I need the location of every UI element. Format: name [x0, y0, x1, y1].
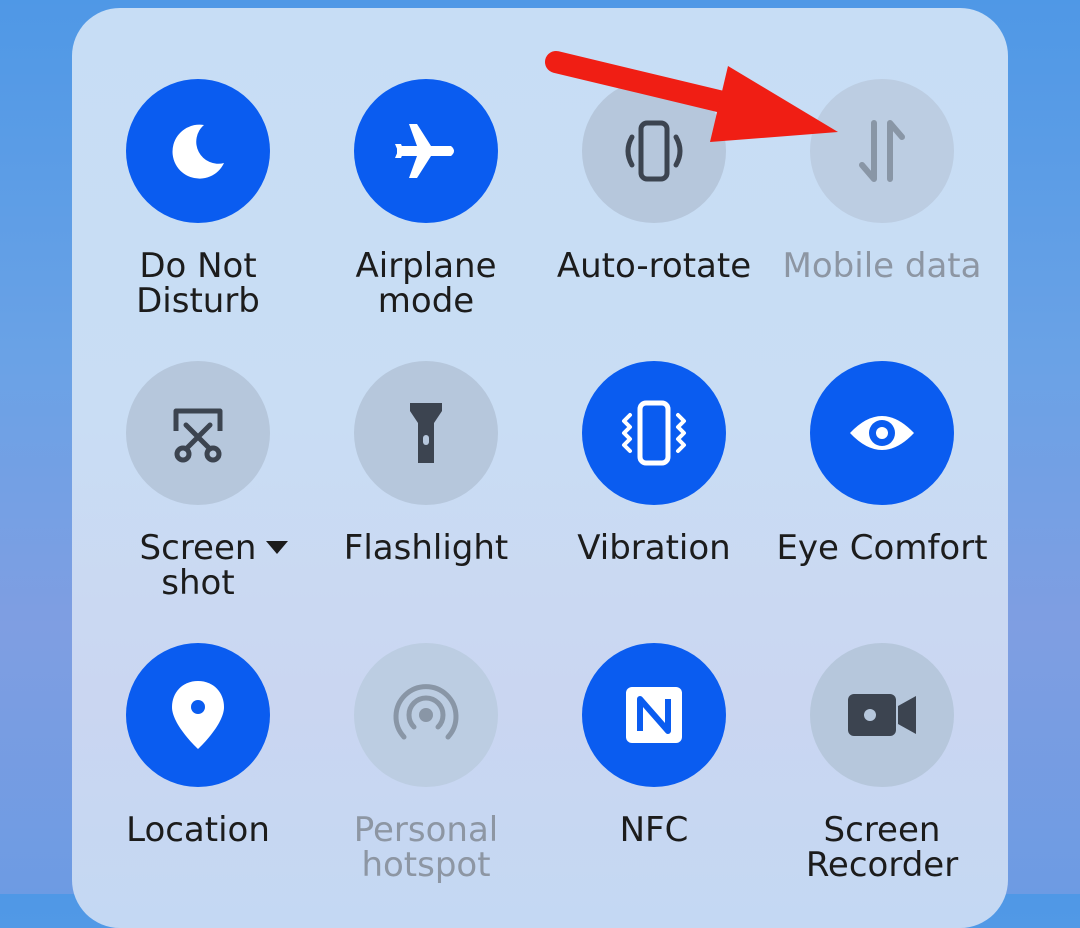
annotation-arrow-icon	[545, 51, 838, 142]
